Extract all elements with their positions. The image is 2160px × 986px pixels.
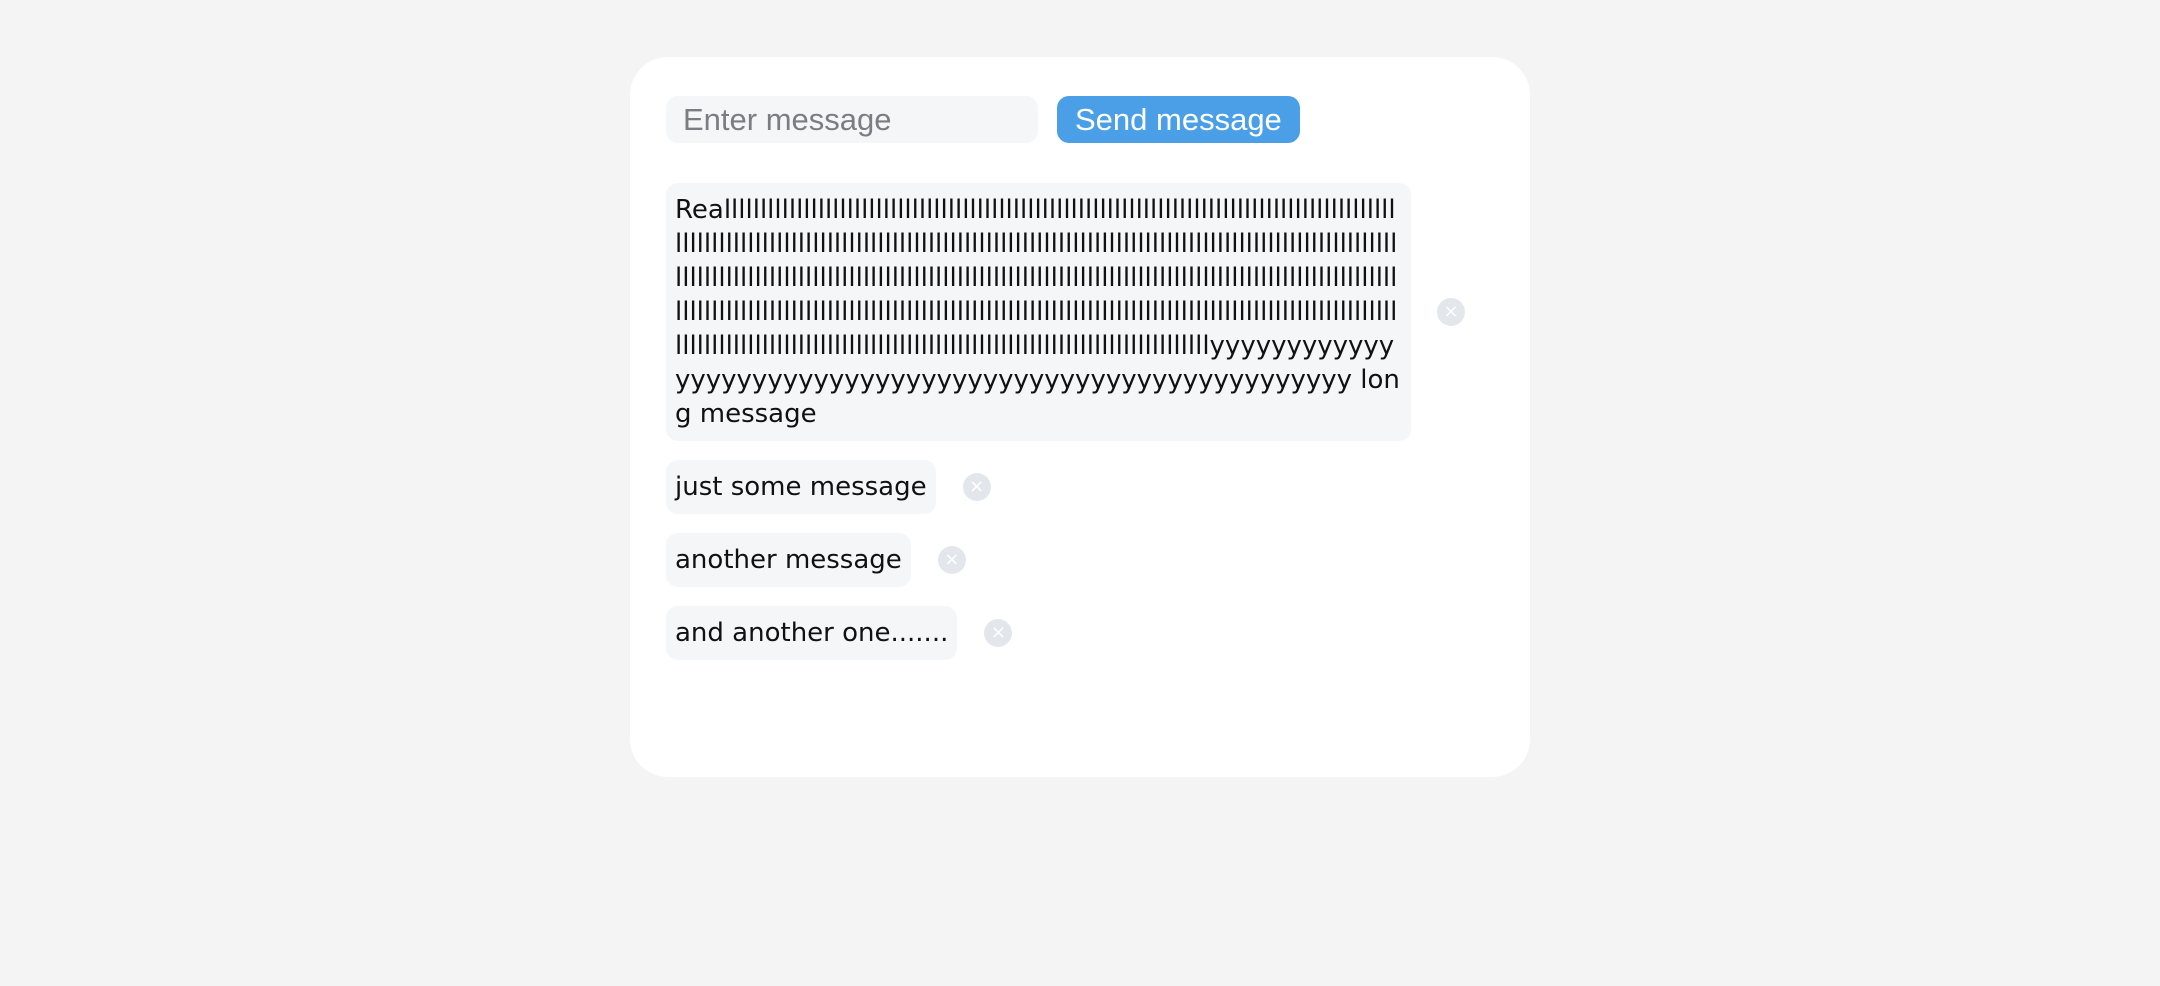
list-item: just some message × — [666, 460, 1494, 514]
delete-message-button[interactable]: × — [937, 546, 966, 574]
message-composer: Send message — [666, 96, 1300, 143]
list-item: and another one....... × — [666, 606, 1494, 660]
delete-message-button[interactable]: × — [962, 473, 991, 501]
close-icon: × — [1443, 301, 1459, 322]
close-icon: × — [944, 549, 960, 570]
message-input[interactable] — [666, 96, 1038, 143]
message-bubble: just some message — [666, 460, 936, 514]
message-bubble: another message — [666, 533, 911, 587]
list-item: Realllllllllllllllllllllllllllllllllllll… — [666, 183, 1494, 441]
message-bubble: Realllllllllllllllllllllllllllllllllllll… — [666, 183, 1411, 441]
delete-message-button[interactable]: × — [984, 619, 1013, 647]
chat-card: Send message Reallllllllllllllllllllllll… — [630, 57, 1530, 777]
message-bubble: and another one....... — [666, 606, 958, 660]
send-message-button[interactable]: Send message — [1057, 96, 1300, 143]
message-list: Realllllllllllllllllllllllllllllllllllll… — [666, 183, 1494, 679]
close-icon: × — [969, 476, 985, 497]
close-icon: × — [990, 622, 1006, 643]
list-item: another message × — [666, 533, 1494, 587]
delete-message-button[interactable]: × — [1437, 298, 1465, 326]
